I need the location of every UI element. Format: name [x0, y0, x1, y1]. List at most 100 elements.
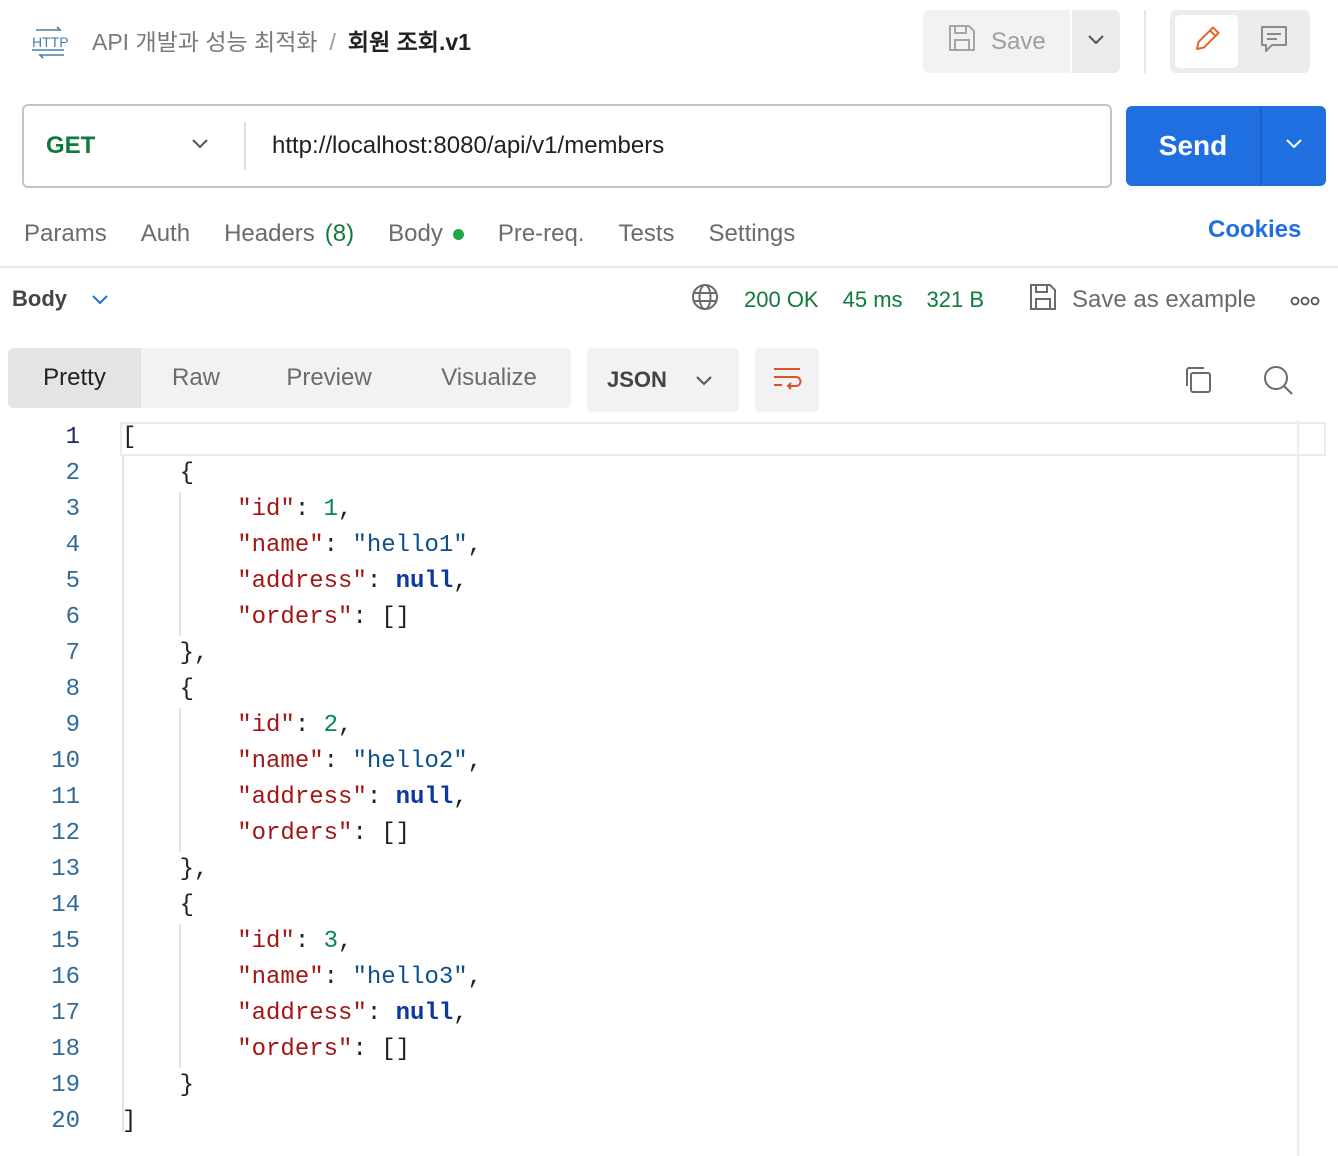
tab-params[interactable]: Params [24, 216, 107, 252]
code-line: 9 "id": 2, [0, 708, 1300, 744]
chevron-down-icon [1284, 137, 1304, 156]
code-line: 10 "name": "hello2", [0, 744, 1300, 780]
code-line: 17 "address": null, [0, 996, 1300, 1032]
line-number: 5 [65, 568, 80, 595]
code-text: "orders": [] [122, 600, 410, 636]
json-null: null [395, 1000, 454, 1027]
request-tabs: Params Auth Headers (8) Body Pre-req. Tes… [24, 216, 795, 252]
code-line: 11 "address": null, [0, 780, 1300, 816]
breadcrumb: API 개발과 성능 최적화 / 회원 조회.v1 [92, 26, 471, 58]
save-button[interactable]: Save [923, 10, 1070, 73]
response-section-label: Body [12, 286, 67, 311]
json-null: null [395, 784, 454, 811]
response-section-select[interactable]: Body [12, 286, 109, 312]
body-indicator-dot [452, 228, 464, 240]
ellipsis-icon[interactable] [1290, 294, 1320, 312]
json-string: "hello2" [352, 748, 468, 775]
json-number: 2 [323, 712, 339, 739]
code-text: "name": "hello2", [122, 744, 482, 780]
method-label: GET [46, 132, 96, 159]
code-punctuation: : [323, 532, 353, 559]
code-punctuation [122, 928, 237, 955]
json-key: "id" [237, 712, 295, 739]
chevron-down-icon[interactable] [190, 134, 210, 159]
code-line: 6 "orders": [] [0, 600, 1300, 636]
send-options-button[interactable] [1262, 106, 1326, 186]
tab-tests[interactable]: Tests [619, 216, 675, 252]
code-punctuation [122, 712, 237, 739]
code-punctuation: } [122, 1072, 195, 1099]
view-tab-raw[interactable]: Raw [141, 348, 251, 408]
json-key: "id" [237, 496, 295, 523]
edit-mode-button[interactable] [1175, 15, 1238, 68]
cookies-link[interactable]: Cookies [1208, 216, 1301, 244]
json-key: "orders" [237, 604, 353, 631]
chevron-down-icon [695, 367, 713, 393]
json-key: "address" [237, 1000, 367, 1027]
line-number: 15 [51, 928, 80, 955]
json-number: 1 [323, 496, 339, 523]
code-text: "id": 3, [122, 924, 352, 960]
save-as-example-button[interactable]: Save as example [1028, 283, 1256, 317]
view-tab-preview[interactable]: Preview [251, 348, 407, 408]
section-divider [0, 266, 1338, 268]
code-punctuation: : [] [352, 604, 411, 631]
code-punctuation: : [] [352, 1036, 411, 1063]
response-meta: 200 OK 45 ms 321 B [690, 283, 1008, 317]
search-icon[interactable] [1262, 364, 1294, 401]
code-line: 8 { [0, 672, 1300, 708]
format-label: JSON [607, 367, 667, 392]
json-string: "hello3" [352, 964, 468, 991]
breadcrumb-collection[interactable]: API 개발과 성능 최적화 [92, 29, 318, 55]
line-number: 7 [65, 640, 80, 667]
response-view-tabs: Pretty Raw Preview Visualize [8, 348, 571, 408]
code-punctuation: { [122, 676, 195, 703]
code-punctuation: : [294, 928, 324, 955]
response-body-editor[interactable]: 1[2 {3 "id": 1, 4 "name": "hello1", 5 "add… [0, 420, 1338, 1156]
code-punctuation: , [467, 748, 483, 775]
comments-button[interactable] [1242, 15, 1305, 68]
line-number: 4 [65, 532, 80, 559]
code-text: "address": null, [122, 564, 468, 600]
request-name[interactable]: 회원 조회.v1 [348, 29, 471, 55]
code-punctuation: , [467, 964, 483, 991]
save-options-button[interactable] [1072, 10, 1120, 73]
globe-icon[interactable] [690, 282, 720, 318]
code-text: "address": null, [122, 996, 467, 1032]
view-tab-visualize[interactable]: Visualize [407, 348, 571, 408]
code-text: }, [122, 636, 209, 672]
json-key: "name" [237, 964, 324, 991]
code-punctuation [122, 784, 237, 811]
wrap-lines-button[interactable] [755, 348, 819, 412]
send-button[interactable]: Send [1126, 106, 1260, 186]
code-text: [ [122, 420, 136, 456]
chevron-down-icon [91, 286, 109, 312]
code-punctuation: ] [122, 1108, 137, 1135]
status-code[interactable]: 200 OK [744, 287, 819, 313]
code-line: 5 "address": null, [0, 564, 1300, 600]
code-punctuation: { [122, 892, 195, 919]
http-icon: HTTP [30, 24, 70, 60]
tab-body[interactable]: Body [388, 216, 464, 252]
code-text: "orders": [] [122, 1032, 410, 1068]
line-number: 1 [65, 424, 80, 451]
format-select[interactable]: JSON [587, 348, 739, 412]
tab-headers[interactable]: Headers (8) [224, 216, 354, 252]
code-punctuation: , [453, 568, 468, 595]
code-text: "address": null, [122, 780, 467, 816]
tab-auth[interactable]: Auth [141, 216, 190, 252]
line-number: 20 [51, 1108, 80, 1135]
url-input[interactable]: http://localhost:8080/api/v1/members [272, 106, 664, 186]
json-key: "orders" [237, 1036, 353, 1063]
code-text: { [122, 456, 194, 492]
tab-settings[interactable]: Settings [709, 216, 796, 252]
tab-prereq[interactable]: Pre-req. [498, 216, 585, 252]
line-number: 10 [51, 748, 80, 775]
response-size[interactable]: 321 B [927, 287, 985, 313]
copy-icon[interactable] [1182, 364, 1214, 401]
response-time[interactable]: 45 ms [843, 287, 903, 313]
code-text: { [122, 672, 194, 708]
code-punctuation: , [338, 712, 353, 739]
view-tab-pretty[interactable]: Pretty [8, 348, 141, 408]
method-select[interactable]: GET [46, 106, 95, 186]
